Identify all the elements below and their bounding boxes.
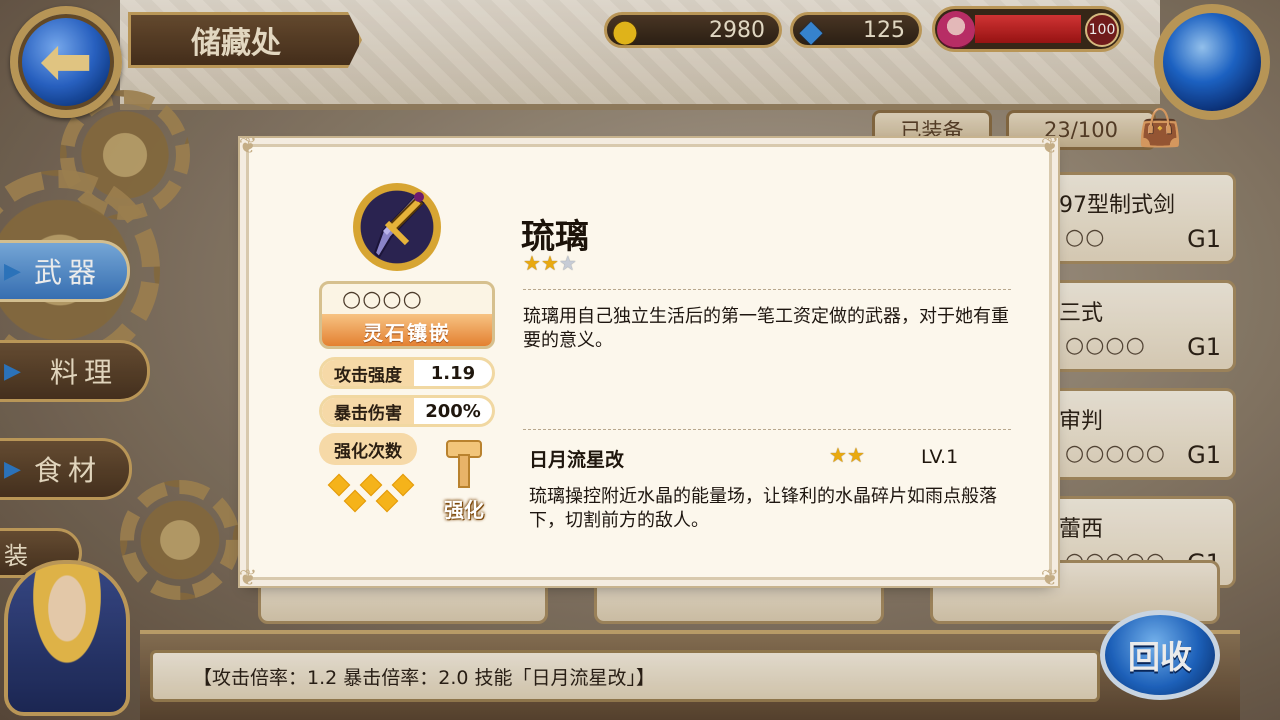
enhance-diamonds xyxy=(325,473,421,513)
star-filled-icon: ★ xyxy=(846,443,865,467)
rarity-stars: ★★★ xyxy=(523,251,577,275)
stat-attack: 攻击强度 1.19 xyxy=(319,357,495,389)
enhance-button-label: 强化 xyxy=(444,498,484,522)
stat-label: 攻击强度 xyxy=(322,360,414,386)
stat-label: 暴击伤害 xyxy=(322,398,414,424)
hammer-icon xyxy=(446,440,482,488)
star-filled-icon: ★ xyxy=(829,443,847,467)
socket-embed-button[interactable]: 灵石镶嵌 xyxy=(322,314,492,346)
stat-crit-damage: 暴击伤害 200% xyxy=(319,395,495,427)
socket-slots: ○○○○ xyxy=(342,286,423,312)
skill-name: 日月流星改 xyxy=(529,449,625,471)
skill-description: 琉璃操控附近水晶的能量场，让锋利的水晶碎片如雨点般落下，切割前方的敌人。 xyxy=(529,486,997,531)
diamond-icon xyxy=(327,473,351,497)
skill-level: LV.1 xyxy=(921,446,959,468)
weapon-description: 琉璃用自己独立生活后的第一笔工资定做的武器，对于她有重要的意义。 xyxy=(523,306,1009,351)
star-filled-icon: ★ xyxy=(523,251,541,275)
ornament-icon: ❦ xyxy=(1040,133,1060,159)
stat-value: 200% xyxy=(425,400,481,422)
ornament-icon: ❦ xyxy=(238,133,258,159)
enhance-count-label: 强化次数 xyxy=(319,433,417,465)
diamond-icon xyxy=(391,473,415,497)
enhance-button[interactable]: 强化 xyxy=(431,437,497,523)
weapon-detail-modal: ❦ ❦ ❦ ❦ ○○○○ 灵石镶嵌 攻击强度 1.19 暴击伤害 200% 强化… xyxy=(239,134,1059,591)
stat-value: 1.19 xyxy=(430,362,476,384)
divider xyxy=(523,429,1011,430)
ornament-icon: ❦ xyxy=(238,565,258,591)
divider xyxy=(523,289,1011,290)
diamond-icon xyxy=(343,489,367,513)
ornament-icon: ❦ xyxy=(1040,565,1060,591)
socket-panel: ○○○○ 灵石镶嵌 xyxy=(319,281,495,349)
diamond-icon xyxy=(359,473,383,497)
star-filled-icon: ★ xyxy=(540,251,559,275)
star-empty-icon: ★ xyxy=(558,251,577,275)
weapon-sword-icon xyxy=(353,183,441,271)
skill-stars: ★★ xyxy=(829,443,865,467)
diamond-icon xyxy=(375,489,399,513)
